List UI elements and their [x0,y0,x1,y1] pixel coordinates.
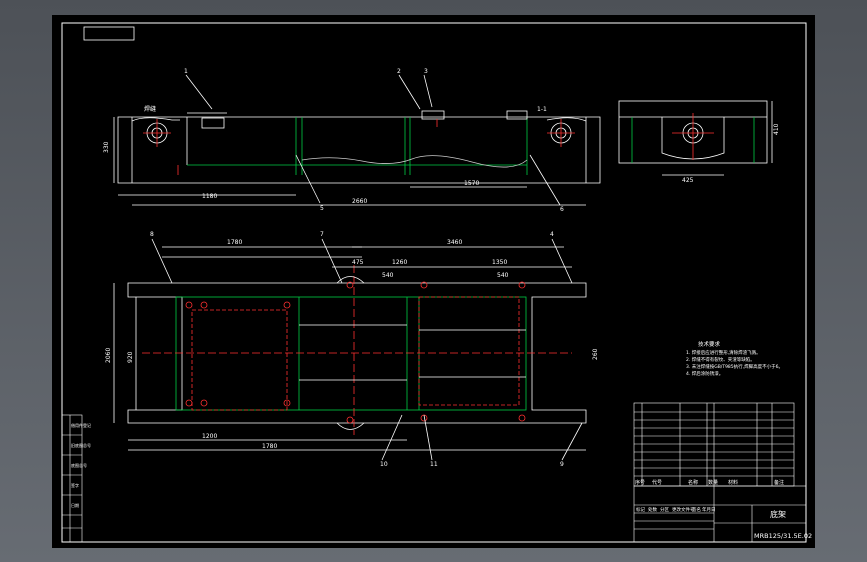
dim-425: 425 [682,177,694,184]
dim-1260: 1260 [392,259,407,266]
rev-count: 处数 [648,506,657,513]
dim-2060: 2060 [105,348,112,363]
dim-2660: 2660 [352,198,367,205]
rev-mark: 标记 [636,506,645,513]
dim-330: 330 [103,141,110,153]
technical-notes: 技术要求 1. 焊接后应进行整形,清除焊渣飞溅。 2. 焊缝不得有裂纹、夹渣等缺… [686,340,783,377]
drawing-title: 底架 [770,509,786,519]
rev-zone: 分区 [660,506,669,513]
callout-9: 9 [560,461,564,468]
front-elevation-view [113,74,601,206]
notes-heading: 技术要求 [698,340,721,348]
callout-2: 2 [397,68,401,75]
callout-5: 5 [320,205,324,212]
drawing-number: MRB125/31.5E.02 [754,532,812,540]
strip-label-3: 底图总号 [71,462,87,468]
dim-1350: 1350 [492,259,507,266]
header-material: 材料 [728,479,738,486]
parts-list-table [633,402,795,487]
plan-view [113,238,587,461]
dim-3460: 3460 [447,239,462,246]
rev-sign: 签名 [692,506,701,513]
callout-6: 6 [560,206,564,213]
callout-11: 11 [430,461,438,468]
cad-viewport[interactable]: 1 2 3 5 6 1180 2660 1570 330 焊缝 1-1 425 … [0,0,867,562]
strip-label-2: 旧底图总号 [71,442,91,448]
dim-475: 475 [352,259,364,266]
note-line-3: 3. 未注焊缝按GB/T985执行,焊脚高度不小于6。 [686,363,783,370]
callout-10: 10 [380,461,388,468]
dim-410: 410 [773,123,780,135]
parts-list-header: 序号 代号 名称 数量 材料 备注 [635,479,784,486]
callout-4: 4 [550,231,554,238]
front-elevation-callouts: 1 2 3 5 6 1180 2660 1570 330 焊缝 1-1 [103,68,564,213]
callout-7: 7 [320,231,324,238]
weld-label: 焊缝 [144,105,156,113]
rev-date: 年月日 [702,506,716,513]
plan-view-labels: 8 7 4 10 11 9 1780 3460 475 1260 1350 54… [105,231,599,468]
left-record-strip [61,414,83,543]
callout-3: 3 [424,68,428,75]
callout-8: 8 [150,231,154,238]
corner-stamp-box [83,26,135,41]
note-line-1: 1. 焊接后应进行整形,清除焊渣飞溅。 [686,349,761,356]
header-remarks: 备注 [774,479,784,486]
dim-920: 920 [127,351,134,363]
note-line-4: 4. 焊后涂防锈漆。 [686,370,723,377]
strip-label-5: 日期 [71,502,79,508]
header-name: 名称 [688,479,698,486]
dim-540b: 540 [497,272,509,279]
dim-1200: 1200 [202,433,217,440]
header-qty: 数量 [708,479,718,486]
header-code: 代号 [652,479,662,486]
dim-540a: 540 [382,272,394,279]
side-elevation-view [618,100,773,176]
callout-1: 1 [184,68,188,75]
section-label: 1-1 [537,106,547,113]
dim-1780: 1780 [227,239,242,246]
strip-label-1: 借用件登记 [71,422,91,428]
dim-1780-bottom: 1780 [262,443,277,450]
strip-label-4: 签字 [71,482,79,488]
note-line-2: 2. 焊缝不得有裂纹、夹渣等缺陷。 [686,356,755,363]
drawing-canvas[interactable]: 1 2 3 5 6 1180 2660 1570 330 焊缝 1-1 425 … [52,15,815,548]
dim-1570: 1570 [464,180,479,187]
dim-1180: 1180 [202,193,217,200]
header-index: 序号 [635,479,645,486]
dim-260: 260 [592,348,599,360]
